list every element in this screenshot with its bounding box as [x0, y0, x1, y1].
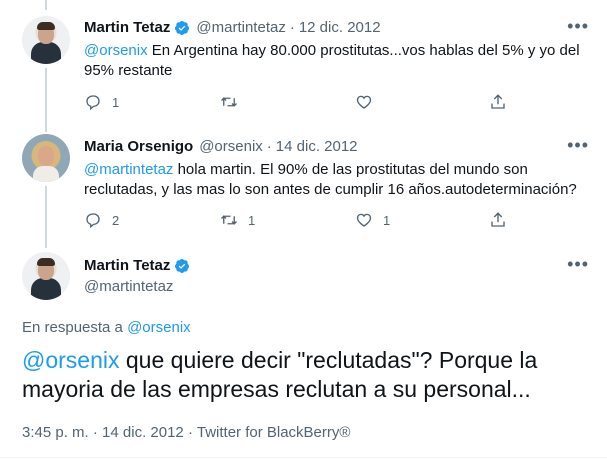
tweet-time[interactable]: 3:45 p. m.	[22, 424, 89, 441]
thread-line	[45, 68, 47, 132]
author-handle[interactable]: @martintetaz	[84, 278, 173, 295]
share-button[interactable]	[489, 211, 507, 229]
reply-icon	[86, 213, 100, 229]
avatar[interactable]	[22, 16, 70, 64]
verified-badge-icon	[175, 258, 190, 273]
tweet-actions: 2 1 1	[84, 211, 584, 231]
tweet-source[interactable]: Twitter for BlackBerry®	[197, 424, 351, 441]
like-icon	[356, 95, 372, 109]
mention-link[interactable]: @orsenix	[84, 42, 148, 59]
reply-button[interactable]: 2	[84, 211, 119, 229]
author-name[interactable]: Martin Tetaz	[84, 257, 170, 274]
like-count: 1	[383, 212, 391, 228]
retweet-button[interactable]	[220, 93, 248, 111]
more-icon[interactable]: •••	[567, 254, 589, 275]
reply-context: En respuesta a @orsenix	[22, 319, 191, 336]
retweet-button[interactable]: 1	[220, 211, 255, 229]
reply-prefix: En respuesta a	[22, 319, 128, 336]
tweet-meta: 3:45 p. m. · 14 dic. 2012 · Twitter for …	[22, 424, 350, 441]
divider	[0, 457, 607, 458]
avatar[interactable]	[22, 134, 70, 182]
reply-count: 1	[112, 94, 120, 110]
author-name[interactable]: Maria Orsenigo	[84, 138, 193, 155]
separator: ·	[92, 424, 98, 441]
tweet-body: En Argentina hay 80.000 prostitutas...vo…	[84, 42, 580, 79]
like-icon	[356, 213, 372, 227]
separator: ·	[289, 19, 295, 36]
verified-badge-icon	[175, 20, 190, 35]
retweet-icon	[221, 97, 237, 107]
retweet-icon	[221, 215, 237, 225]
mention-link[interactable]: @orsenix	[22, 347, 120, 373]
reply-count: 2	[112, 212, 120, 228]
tweet-date[interactable]: 14 dic. 2012	[102, 424, 184, 441]
author-name[interactable]: Martin Tetaz	[84, 19, 170, 36]
author-handle[interactable]: @orsenix	[199, 138, 263, 155]
share-button[interactable]	[489, 93, 507, 111]
thread-line	[45, 0, 47, 10]
reply-icon	[86, 95, 100, 111]
mention-link[interactable]: @martintetaz	[84, 161, 173, 178]
separator: ·	[187, 424, 193, 441]
more-icon[interactable]: •••	[567, 16, 589, 37]
tweet-text: @orsenix En Argentina hay 80.000 prostit…	[84, 41, 584, 81]
tweet-date[interactable]: 14 dic. 2012	[276, 138, 358, 155]
like-button[interactable]	[355, 93, 383, 111]
more-icon[interactable]: •••	[567, 135, 589, 156]
thread-line	[45, 186, 47, 248]
like-button[interactable]: 1	[355, 211, 390, 229]
share-icon	[491, 94, 505, 109]
tweet-actions: 1	[84, 93, 584, 113]
reply-button[interactable]: 1	[84, 93, 119, 111]
separator: ·	[266, 138, 272, 155]
retweet-count: 1	[248, 212, 256, 228]
tweet-text: @martintetaz hola martin. El 90% de las …	[84, 160, 584, 200]
tweet-text: @orsenix que quiere decir "reclutadas"? …	[22, 346, 582, 404]
avatar[interactable]	[22, 252, 70, 300]
share-icon	[491, 212, 505, 227]
mention-link[interactable]: @orsenix	[127, 319, 191, 336]
tweet-date[interactable]: 12 dic. 2012	[299, 19, 381, 36]
author-handle[interactable]: @martintetaz	[196, 19, 285, 36]
